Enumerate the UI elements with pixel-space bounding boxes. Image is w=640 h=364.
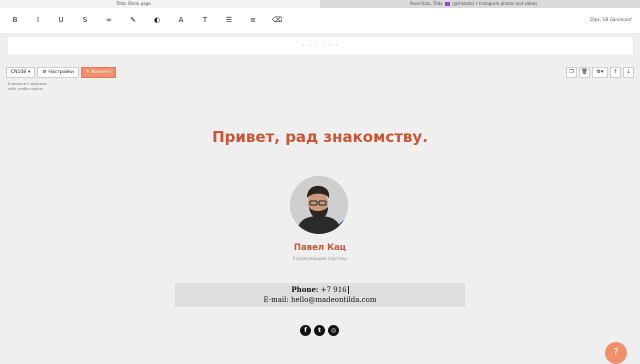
chevron-down-icon: ▾	[28, 70, 31, 75]
settings-button[interactable]: ⚙ Настройки	[37, 67, 79, 78]
block-controls: CN108 ▾ ⚙ Настройки ✎ Контент	[6, 67, 117, 78]
underline-icon[interactable]: U	[55, 14, 67, 26]
instagram-badge-icon	[444, 2, 450, 6]
list-icon[interactable]: ☰	[223, 14, 235, 26]
text-size-icon[interactable]: T	[199, 14, 211, 26]
instagram-icon[interactable]: ◎	[328, 325, 339, 336]
facebook-icon[interactable]: f	[300, 325, 311, 336]
block-actions: ❐ 🗑 ⚙▾ ↑ ↓	[566, 67, 634, 78]
move-up-icon[interactable]: ↑	[610, 67, 621, 78]
pen-icon[interactable]: ✎	[127, 14, 139, 26]
browser-tabbar: Tilda: Blank page Pavel Kats, Tilda (@mn…	[0, 0, 640, 8]
align-icon[interactable]: ≡	[247, 14, 259, 26]
social-links: f t ◎	[300, 325, 339, 336]
phone-value: +7 916	[320, 286, 347, 294]
help-button[interactable]: ?	[605, 342, 627, 364]
strikethrough-icon[interactable]: S	[79, 14, 91, 26]
content-button[interactable]: ✎ Контент	[80, 67, 117, 78]
tab-label-rest: (@mnkats) • Instagram photos and videos	[452, 1, 538, 6]
pencil-icon: ✎	[85, 70, 90, 75]
text-format-toolbar: B I U S ∞ ✎ ◐ A T ☰ ≡ ⌫ 20px, 'EB Garamo…	[0, 8, 640, 34]
block-id-label: CN108	[11, 70, 27, 75]
link-icon[interactable]: ∞	[103, 14, 115, 26]
delete-icon[interactable]: 🗑	[579, 67, 590, 78]
block-id-button[interactable]: CN108 ▾	[6, 67, 36, 78]
font-icon[interactable]: A	[175, 14, 187, 26]
content-label: Контент	[91, 70, 112, 75]
edit-area[interactable]: • • • • • •	[7, 36, 634, 56]
email-line: E-mail: hello@madeontilda.com	[175, 295, 465, 306]
copy-icon[interactable]: ❐	[566, 67, 577, 78]
settings-menu-icon[interactable]: ⚙▾	[592, 67, 608, 78]
page-headline: Привет, рад знакомству.	[212, 128, 428, 146]
settings-label: Настройки	[48, 70, 74, 75]
contrast-icon[interactable]: ◐	[151, 14, 163, 26]
hint-note: Кликните с зажатым shift, чтобы скрыть	[8, 82, 47, 91]
person-name: Павел Кац	[293, 243, 347, 253]
person-role: Управляющий партнер	[292, 257, 348, 262]
tab-label: Pavel Kats, Tilda	[410, 1, 443, 6]
avatar-photo	[290, 176, 348, 234]
text-cursor	[347, 286, 349, 294]
tab-label: Tilda: Blank page	[116, 1, 151, 6]
eraser-icon[interactable]: ⌫	[271, 14, 283, 26]
font-info: 20px, 'EB Garamond'	[589, 17, 632, 22]
twitter-icon[interactable]: t	[314, 325, 325, 336]
drag-handle[interactable]: • • • • • •	[8, 43, 633, 49]
tab-tilda-blank-page[interactable]: Tilda: Blank page	[0, 0, 320, 8]
phone-label: Phone:	[291, 285, 319, 294]
italic-icon[interactable]: I	[32, 14, 44, 26]
contact-text-block[interactable]: Phone: +7 916 E-mail: hello@madeontilda.…	[175, 283, 465, 307]
move-down-icon[interactable]: ↓	[623, 67, 634, 78]
email-value: hello@madeontilda.com	[291, 296, 377, 304]
gear-icon: ⚙	[42, 70, 47, 75]
avatar	[290, 176, 348, 234]
tab-instagram[interactable]: Pavel Kats, Tilda (@mnkats) • Instagram …	[320, 0, 640, 8]
bold-icon[interactable]: B	[9, 14, 21, 26]
email-label: E-mail:	[263, 296, 289, 304]
phone-line: Phone: +7 916	[175, 284, 465, 295]
